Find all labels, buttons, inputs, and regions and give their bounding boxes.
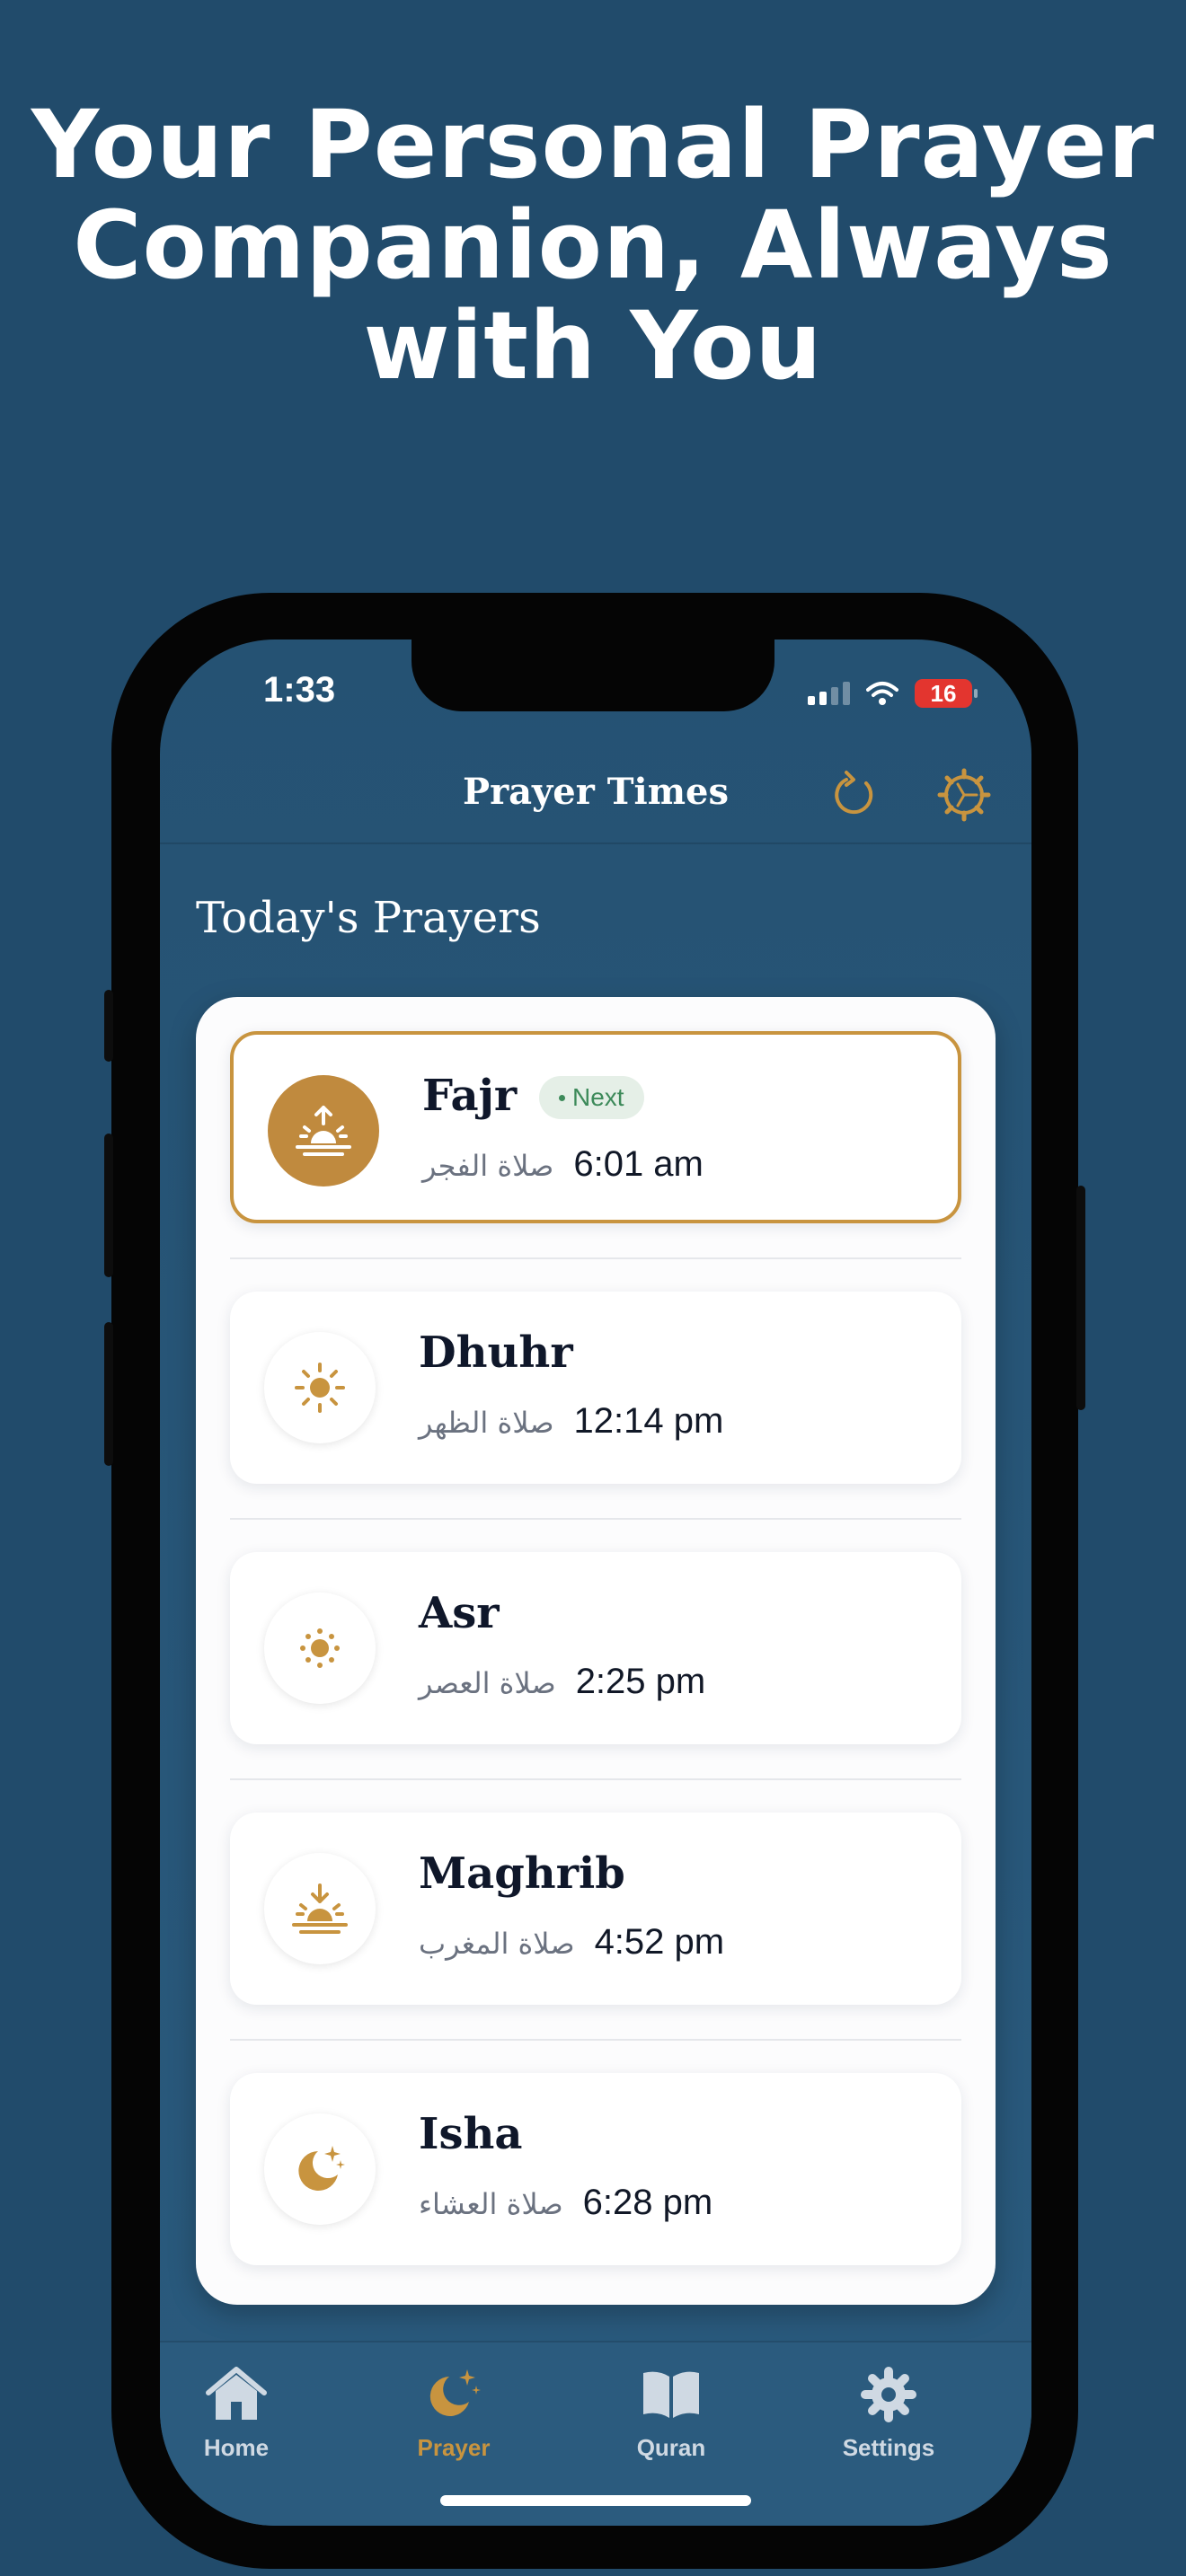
tab-label: Home	[203, 2434, 270, 2461]
prayer-arabic-name: صلاة الظهر	[419, 1406, 554, 1440]
prayer-arabic-name: صلاة الفجر	[422, 1149, 554, 1183]
tab-label: Prayer	[417, 2434, 491, 2461]
prayer-name: Dhuhr	[419, 1328, 573, 1378]
prayer-time: 12:14 pm	[573, 1401, 724, 1441]
refresh-button[interactable]	[827, 767, 882, 823]
tab-label: Settings	[842, 2434, 935, 2461]
row-divider	[230, 2039, 961, 2041]
gear-icon	[861, 2367, 916, 2422]
phone-mute-switch	[104, 990, 113, 1062]
row-divider	[230, 1257, 961, 1259]
prayer-name: Fajr	[422, 1071, 518, 1121]
prayer-icon-badge	[264, 2113, 376, 2225]
status-time: 1:33	[263, 670, 336, 710]
tab-home[interactable]: Home	[164, 2359, 308, 2462]
crescent-moon-icon	[298, 2146, 345, 2191]
tab-quran[interactable]: Quran	[599, 2359, 743, 2462]
phone-volume-up	[104, 1134, 113, 1277]
prayer-list-card: Fajr Next صلاة الفجر 6:01 am Dhuhr صلاة …	[196, 997, 996, 2305]
tab-settings[interactable]: Settings	[817, 2359, 960, 2462]
refresh-icon	[835, 771, 873, 815]
prayer-subline: صلاة العشاء 6:28 pm	[419, 2183, 712, 2223]
open-book-icon	[643, 2371, 699, 2418]
app-screen: 1:33 16 Prayer Times Today's Prayers Faj…	[160, 640, 1031, 2526]
badge-dot	[559, 1094, 565, 1101]
prayer-arabic-name: صلاة العصر	[419, 1666, 556, 1700]
gear-icon	[937, 768, 991, 822]
prayer-time: 4:52 pm	[594, 1922, 725, 1962]
prayer-arabic-name: صلاة المغرب	[419, 1927, 575, 1961]
prayer-row-maghrib[interactable]: Maghrib صلاة المغرب 4:52 pm	[230, 1813, 961, 2005]
prayer-name: Maghrib	[419, 1848, 625, 1899]
prayer-name: Asr	[419, 1588, 500, 1638]
prayer-subline: صلاة الفجر 6:01 am	[422, 1144, 704, 1185]
prayer-subline: صلاة العصر 2:25 pm	[419, 1662, 705, 1702]
tab-label: Quran	[636, 2434, 706, 2461]
hero-line-1: Your Personal Prayer	[31, 90, 1155, 199]
prayer-arabic-name: صلاة العشاء	[419, 2187, 563, 2221]
prayer-subline: صلاة المغرب 4:52 pm	[419, 1922, 724, 1963]
phone-volume-down	[104, 1322, 113, 1466]
badge-label: Next	[572, 1083, 624, 1111]
crescent-moon-star-icon	[429, 2369, 481, 2416]
prayer-time: 6:01 am	[573, 1144, 704, 1184]
status-indicators: 16	[808, 679, 978, 708]
settings-button[interactable]	[936, 767, 992, 823]
small-sun-icon	[300, 1628, 340, 1668]
sunrise-icon	[296, 1106, 351, 1156]
prayer-time: 6:28 pm	[582, 2183, 713, 2222]
sunset-icon	[292, 1883, 348, 1934]
hero-line-3: with You	[363, 291, 823, 401]
hero-headline: Your Personal Prayer Companion, Always w…	[0, 94, 1186, 396]
page-title: Prayer Times	[462, 771, 729, 813]
hero-line-2: Companion, Always	[73, 190, 1113, 300]
row-divider	[230, 1518, 961, 1520]
prayer-icon-badge	[264, 1592, 376, 1704]
sun-icon	[295, 1363, 345, 1413]
prayer-row-fajr[interactable]: Fajr Next صلاة الفجر 6:01 am	[230, 1031, 961, 1223]
prayer-icon-badge	[264, 1853, 376, 1964]
prayer-row-dhuhr[interactable]: Dhuhr صلاة الظهر 12:14 pm	[230, 1292, 961, 1484]
row-divider	[230, 1778, 961, 1780]
prayer-row-isha[interactable]: Isha صلاة العشاء 6:28 pm	[230, 2073, 961, 2265]
wifi-icon	[866, 682, 898, 705]
tab-prayer[interactable]: Prayer	[382, 2359, 526, 2462]
prayer-icon-badge	[264, 1332, 376, 1443]
prayer-subline: صلاة الظهر 12:14 pm	[419, 1401, 723, 1442]
house-icon	[206, 2367, 267, 2420]
prayer-name: Isha	[419, 2109, 523, 2159]
phone-power-button	[1076, 1186, 1085, 1410]
notch	[412, 640, 774, 711]
battery-icon: 16	[915, 679, 978, 708]
home-indicator[interactable]	[440, 2495, 751, 2506]
prayer-time: 2:25 pm	[575, 1662, 706, 1701]
nav-bar: Prayer Times	[160, 737, 1031, 844]
signal-icon	[808, 682, 850, 705]
prayer-row-asr[interactable]: Asr صلاة العصر 2:25 pm	[230, 1552, 961, 1744]
prayer-icon-badge	[268, 1075, 379, 1187]
section-title: Today's Prayers	[196, 893, 541, 943]
next-badge: Next	[539, 1076, 644, 1119]
